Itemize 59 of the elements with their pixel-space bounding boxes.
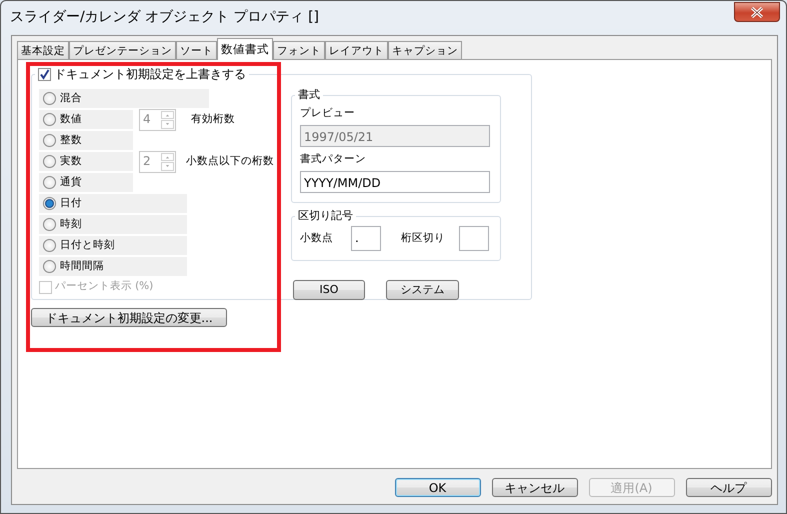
- radio-option[interactable]: 日付: [39, 194, 187, 213]
- radio-label: 時間間隔: [60, 258, 104, 274]
- radio-button[interactable]: [43, 155, 56, 168]
- tab[interactable]: レイアウト: [325, 41, 388, 60]
- radio-button[interactable]: [43, 134, 56, 147]
- radio-label: 数値: [60, 112, 82, 127]
- radio-button[interactable]: [43, 260, 56, 273]
- radio-option[interactable]: 日付と時刻: [39, 236, 187, 255]
- field-label: 小数点: [300, 230, 333, 246]
- radio-button[interactable]: [43, 218, 56, 231]
- group-title: 区切り記号: [295, 208, 356, 224]
- tab[interactable]: フォント: [273, 41, 325, 60]
- radio-label: 整数: [60, 132, 82, 148]
- dialog-button[interactable]: OK: [394, 478, 480, 497]
- tab[interactable]: キャプション: [388, 41, 462, 60]
- radio-option[interactable]: 整数: [39, 131, 133, 150]
- radio-button[interactable]: [43, 197, 56, 210]
- radio-button[interactable]: [43, 92, 56, 105]
- field-label: 桁区切り: [401, 230, 445, 246]
- decimal-field[interactable]: .: [351, 226, 381, 251]
- tab[interactable]: プレゼンテーション: [69, 41, 176, 60]
- checkbox-label: ドキュメント初期設定を上書きする: [54, 66, 246, 82]
- radio-label: 日付と時刻: [60, 238, 115, 253]
- radio-option[interactable]: 数値: [39, 110, 133, 129]
- change-defaults-button[interactable]: ドキュメント初期設定の変更...: [31, 308, 227, 327]
- window-title: スライダー/カレンダ オブジェクト プロパティ []: [9, 8, 320, 27]
- tab[interactable]: ソート: [176, 41, 217, 60]
- field-label: 書式パターン: [300, 152, 367, 167]
- radio-option[interactable]: 実数: [39, 152, 133, 171]
- radio-button[interactable]: [43, 239, 56, 252]
- tab[interactable]: 数値書式: [217, 38, 273, 60]
- radio-label: 実数: [60, 154, 82, 169]
- checkbox-label: パーセント表示 (%): [54, 279, 154, 294]
- radio-option[interactable]: 混合: [39, 89, 209, 108]
- system-button[interactable]: システム: [386, 280, 459, 300]
- tab[interactable]: 基本設定: [17, 41, 69, 60]
- radio-button[interactable]: [43, 113, 56, 126]
- spin-field: 2: [139, 150, 176, 172]
- radio-option[interactable]: 時間間隔: [39, 257, 187, 276]
- spin-label: 小数点以下の桁数: [186, 154, 274, 169]
- radio-button[interactable]: [43, 176, 56, 189]
- dialog-button[interactable]: キャンセル: [492, 478, 578, 497]
- radio-option[interactable]: 通貨: [39, 173, 133, 192]
- preview-field: 1997/05/21: [300, 124, 490, 146]
- radio-option[interactable]: 時刻: [39, 215, 187, 234]
- spin-label: 有効桁数: [191, 112, 235, 127]
- pattern-field[interactable]: YYYY/MM/DD: [300, 170, 490, 192]
- radio-label: 混合: [60, 90, 82, 106]
- close-button[interactable]: [734, 2, 780, 22]
- close-icon: [749, 6, 765, 18]
- thousands-field[interactable]: [459, 226, 489, 251]
- spin-field: 4: [139, 108, 176, 130]
- radio-label: 日付: [60, 196, 82, 211]
- radio-label: 通貨: [60, 174, 82, 190]
- field-label: プレビュー: [300, 106, 356, 121]
- checkbox[interactable]: [38, 68, 51, 80]
- iso-button[interactable]: ISO: [293, 280, 365, 300]
- dialog-button[interactable]: ヘルプ: [686, 478, 772, 497]
- radio-label: 時刻: [60, 216, 82, 232]
